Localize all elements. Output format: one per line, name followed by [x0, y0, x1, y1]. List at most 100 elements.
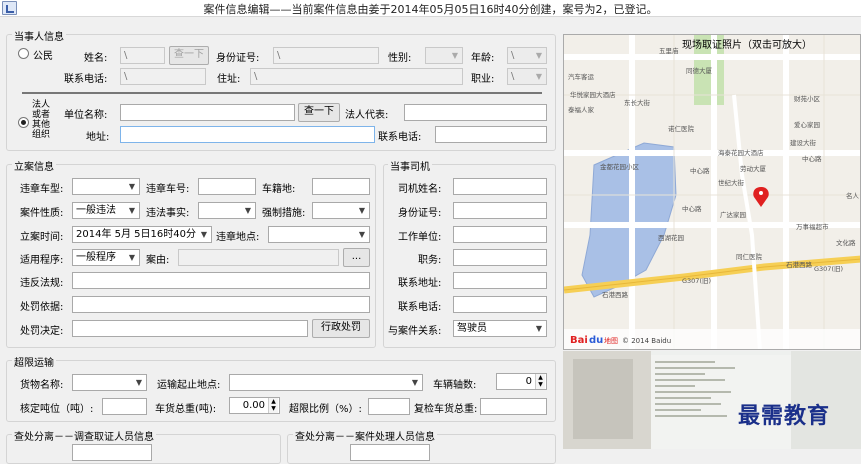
cargo-select[interactable]: ▼ [72, 374, 147, 391]
total-weight-up-icon[interactable]: ▲ [268, 398, 278, 405]
citizen-phone-field[interactable]: \ [120, 68, 206, 85]
administrative-penalty-button[interactable]: 行政处罚 [312, 319, 370, 338]
rated-tonnage-field[interactable] [102, 398, 147, 415]
org-phone-field[interactable] [435, 126, 547, 143]
org-radio[interactable] [18, 117, 29, 128]
org-radio-label-2: 或者 [32, 110, 51, 120]
plate-field[interactable] [198, 178, 256, 195]
map-label-17: 同仁医院 [736, 252, 763, 261]
map-label-0: 汽车客运 [568, 72, 595, 81]
driver-address-label: 联系地址: [398, 278, 442, 289]
vehicle-type-select[interactable]: ▼ [72, 178, 140, 195]
cause-picker-button[interactable]: ... [343, 248, 370, 267]
map-label-25: 世纪大街 [718, 178, 745, 187]
overload-ratio-field[interactable] [368, 398, 410, 415]
chevron-down-icon: ▼ [411, 378, 419, 387]
procedure-value: 一般程序 [76, 252, 116, 263]
time-label: 立案时间: [20, 232, 64, 243]
cause-label: 案由: [146, 255, 170, 266]
driver-address-field[interactable] [453, 272, 547, 289]
map-label-16: 西湖花园 [658, 233, 684, 242]
basis-field[interactable] [72, 296, 370, 313]
map-label-1: 五里庙 [659, 46, 679, 55]
axle-stepper-up-icon[interactable]: ▲ [535, 374, 545, 381]
axle-stepper-down-icon[interactable]: ▼ [535, 381, 545, 389]
procedure-select[interactable]: 一般程序 ▼ [72, 249, 140, 266]
driver-work-field[interactable] [453, 226, 547, 243]
org-address-field[interactable] [120, 126, 375, 143]
baidu-paw-icon: du [589, 335, 603, 346]
map-label-10: 爱心家园 [794, 120, 820, 129]
total-weight-down-icon[interactable]: ▼ [268, 405, 278, 413]
driver-phone-field[interactable] [453, 296, 547, 313]
measure-select[interactable]: ▼ [312, 202, 370, 219]
citizen-radio[interactable] [18, 48, 29, 59]
citizen-gender-select[interactable]: ▼ [425, 47, 463, 64]
driver-phone-label: 联系电话: [398, 302, 442, 313]
map-title: 现场取证照片（双击可放大） [682, 40, 812, 51]
driver-name-field[interactable] [453, 178, 547, 195]
vehicle-type-label: 违章车型: [20, 184, 64, 195]
driver-name-label: 司机姓名: [398, 184, 442, 195]
org-lookup-button[interactable]: 查一下 [298, 103, 340, 122]
chevron-down-icon: ▼ [200, 230, 208, 239]
citizen-job-select[interactable]: \ ▼ [507, 68, 547, 85]
driver-post-label: 职务: [418, 255, 442, 266]
map-label-23: 东长大街 [624, 98, 651, 107]
driver-relation-select[interactable]: 驾驶员 ▼ [453, 320, 547, 337]
driver-id-field[interactable] [453, 202, 547, 219]
citizen-age-select[interactable]: \ ▼ [507, 47, 547, 64]
nature-select[interactable]: 一般违法 ▼ [72, 202, 140, 219]
org-rep-field[interactable] [404, 104, 547, 121]
map-label-19: 石港西路 [786, 260, 813, 269]
route-select[interactable]: ▼ [229, 374, 423, 391]
title-bar: 案件信息编辑——当前案件信息由姜于2014年05月05日16时40分创建，案号为… [0, 0, 861, 17]
chevron-down-icon: ▼ [535, 72, 543, 81]
org-unit-field[interactable] [120, 104, 295, 121]
overload-group-title: 超限运输 [12, 354, 56, 369]
org-rep-label: 法人代表: [345, 110, 389, 121]
measure-label: 强制措施: [262, 208, 306, 219]
driver-post-field[interactable] [453, 249, 547, 266]
total-weight-label: 车货总重(吨): [155, 404, 217, 415]
axle-label: 车辆轴数: [433, 380, 477, 391]
map-label-12: 金都花园小区 [600, 162, 640, 171]
cargo-label: 货物名称: [20, 380, 64, 391]
citizen-address-field[interactable]: \ [250, 68, 463, 85]
org-address-label: 地址: [86, 132, 110, 143]
citizen-gender-label: 性别: [388, 53, 412, 64]
scene-photo-map[interactable]: 汽车客运 五里庙 同德大厦 华悦家园大酒店 泰福人家 诺仁医院 海泰花园大酒店 … [563, 34, 861, 350]
watermark-logo: 最需教育 [738, 403, 831, 429]
recheck-weight-label: 复检车货总重: [414, 404, 478, 415]
law-field[interactable] [72, 272, 370, 289]
place-label: 违章地点: [216, 232, 260, 243]
cause-field[interactable] [178, 249, 339, 266]
citizen-id-field[interactable]: \ [273, 47, 379, 64]
handler-field[interactable] [350, 444, 430, 461]
map-label-2: 同德大厦 [686, 66, 713, 75]
fact-select[interactable]: ▼ [198, 202, 256, 219]
origin-field[interactable] [312, 178, 370, 195]
citizen-radio-label: 公民 [33, 51, 53, 62]
citizen-job-value: \ [511, 71, 515, 82]
investigator-field[interactable] [72, 444, 152, 461]
org-phone-label: 联系电话: [378, 132, 422, 143]
chevron-down-icon: ▼ [535, 324, 543, 333]
decision-label: 处罚决定: [20, 326, 64, 337]
decision-field[interactable] [72, 320, 308, 337]
org-unit-label: 单位名称: [64, 110, 108, 121]
map-label-26: 中心路 [682, 204, 702, 213]
party-divider [22, 92, 542, 94]
citizen-name-field[interactable]: \ [120, 47, 165, 64]
map-label-9: 财苑小区 [794, 94, 821, 103]
fact-label: 违法事实: [146, 208, 190, 219]
recheck-weight-field[interactable] [480, 398, 547, 415]
route-label: 运输起止地点: [157, 380, 221, 391]
map-label-20: 石港西路 [602, 290, 629, 299]
citizen-lookup-button[interactable]: 查一下 [169, 46, 209, 65]
time-picker[interactable]: 2014年 5月 5日16时40分 ▼ [72, 226, 212, 243]
total-weight-value: 0.00 [242, 400, 265, 411]
place-select[interactable]: ▼ [268, 226, 370, 243]
axle-value: 0 [525, 376, 532, 387]
basis-label: 处罚依据: [20, 302, 64, 313]
